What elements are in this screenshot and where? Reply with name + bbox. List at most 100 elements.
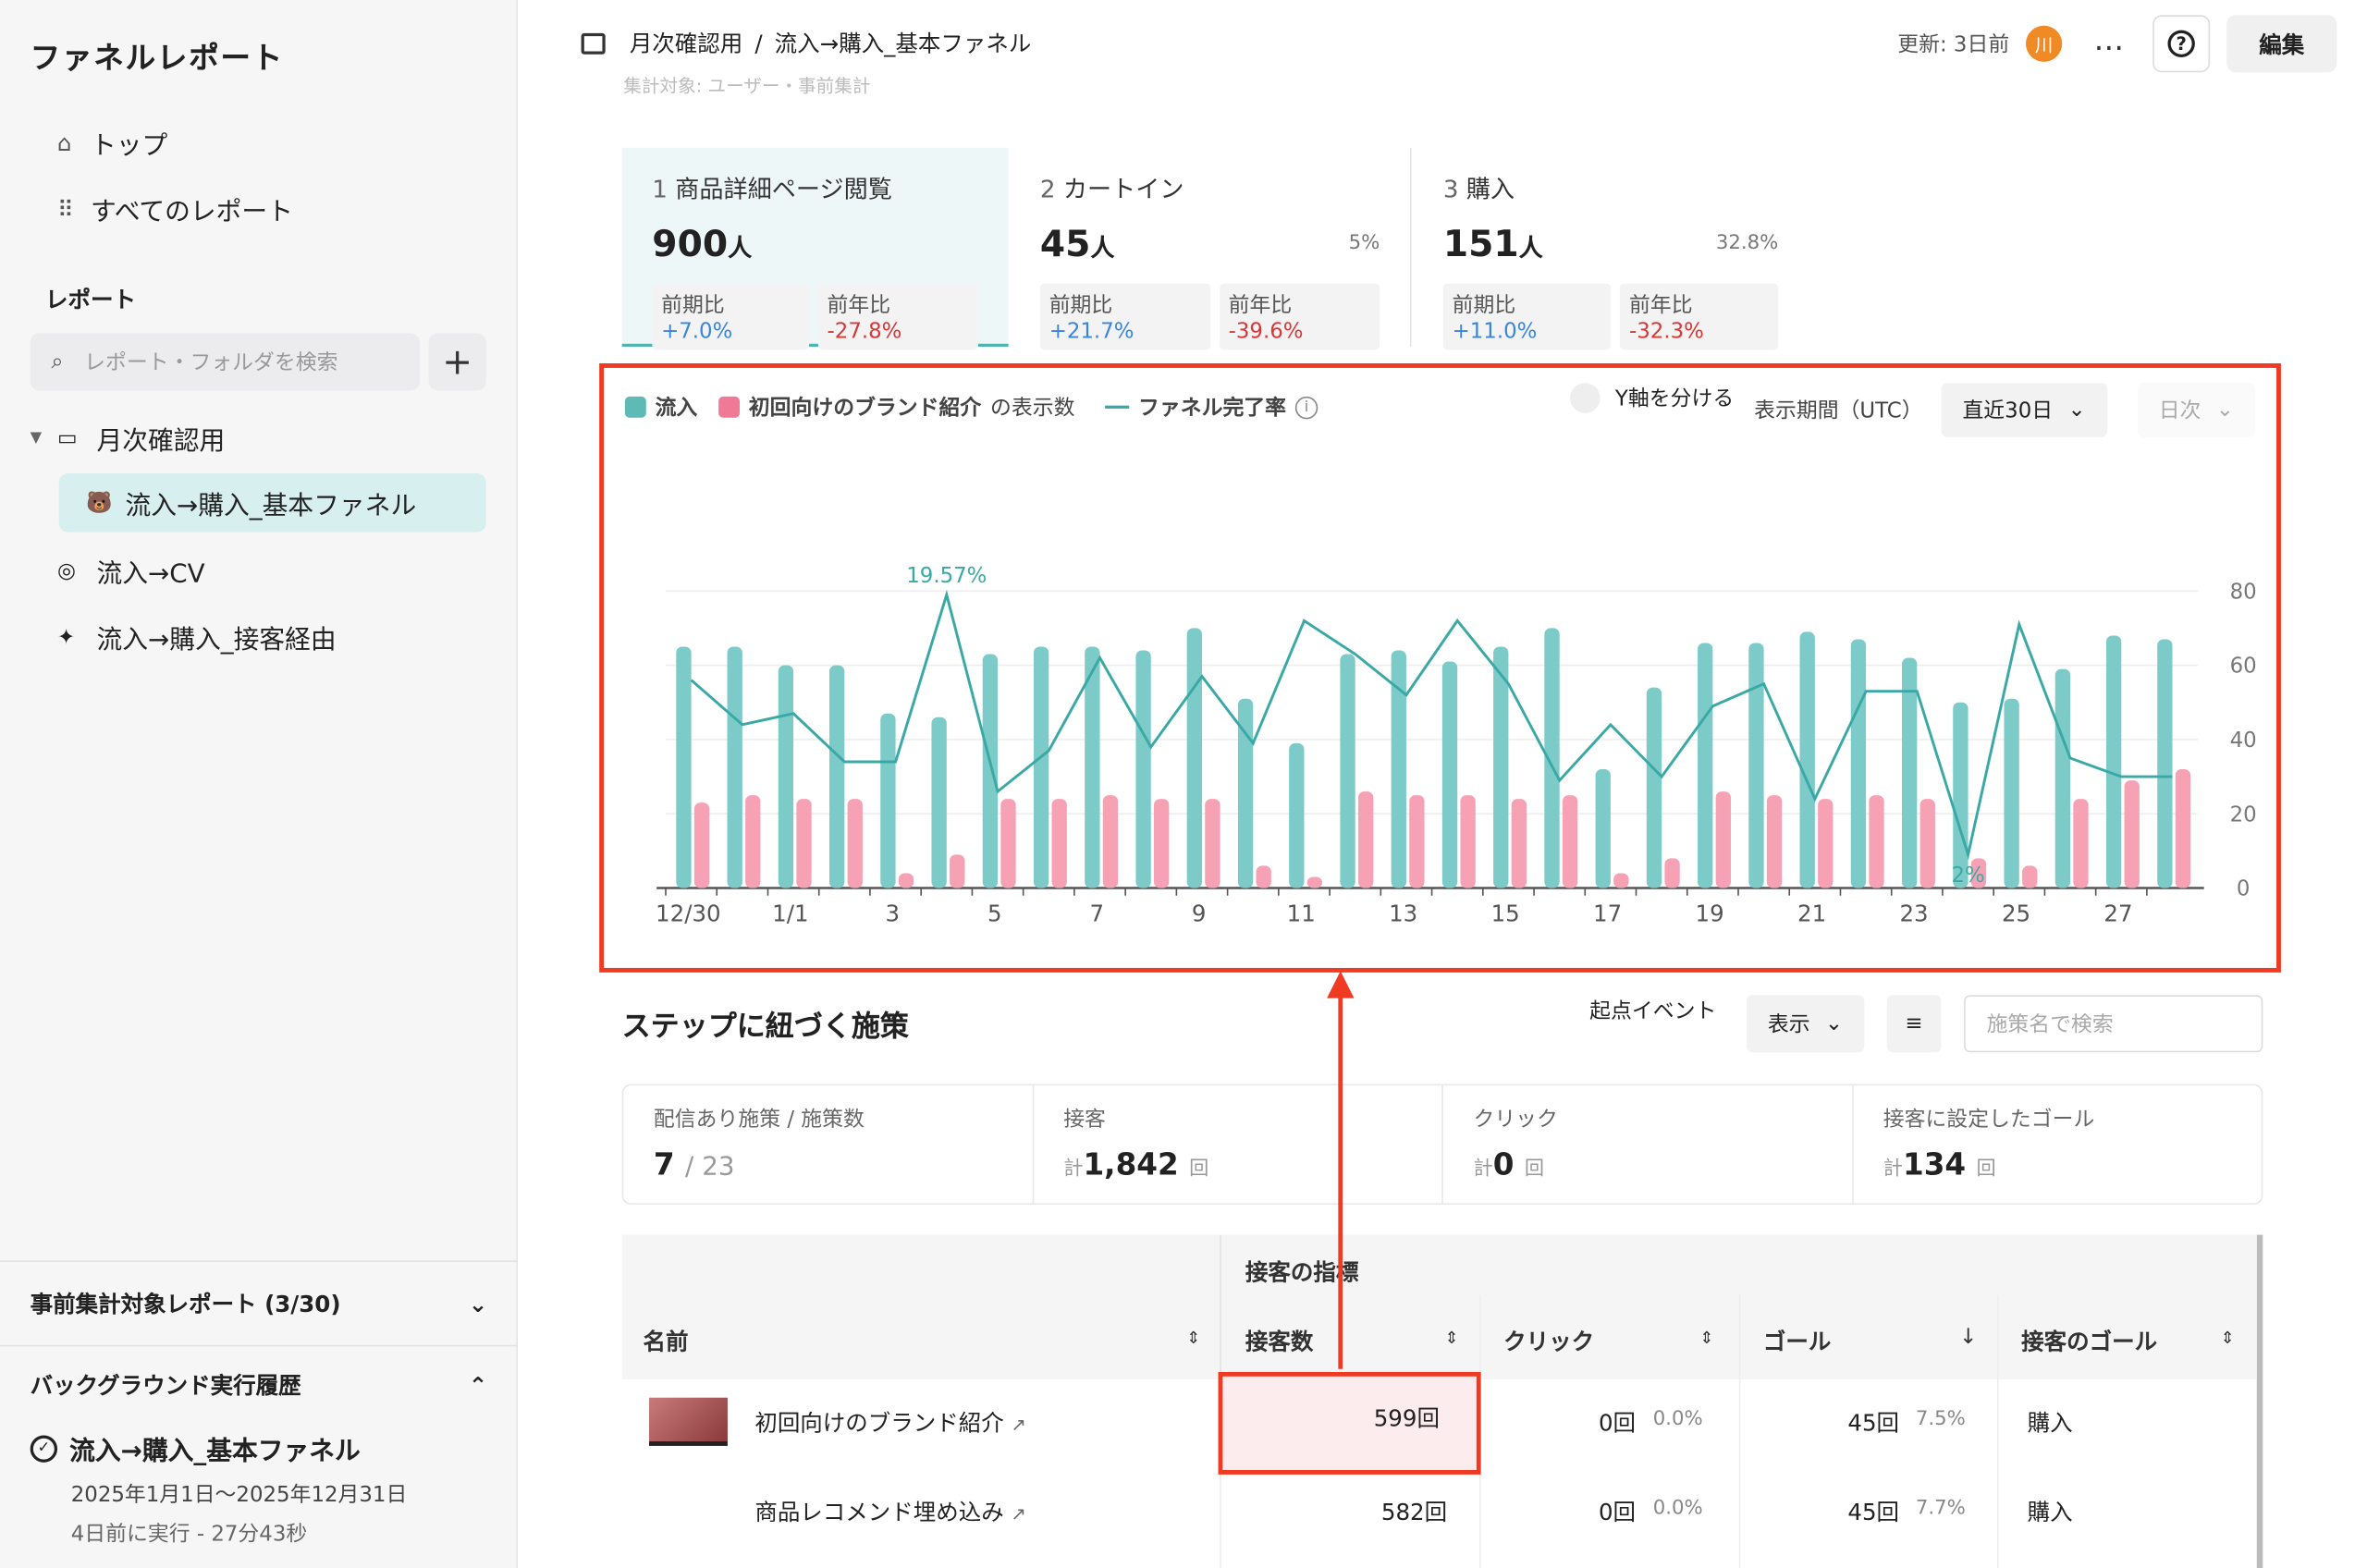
serve-goal-name: 購入 bbox=[2027, 1498, 2073, 1526]
table-row[interactable]: 商品レコメンド埋め込み ↗ 582回 0回 0.0% 45回 7.7% 購入 bbox=[622, 1468, 2257, 1556]
show-value: 表示 bbox=[1767, 1012, 1810, 1037]
sort-icon[interactable]: ⇕ bbox=[1186, 1329, 1200, 1348]
bar-brand bbox=[1664, 858, 1680, 888]
search-icon: ⌕ bbox=[51, 349, 64, 374]
edit-button[interactable]: 編集 bbox=[2226, 15, 2337, 73]
bar-brand bbox=[745, 795, 761, 888]
filter-icon: ≡ bbox=[1905, 1011, 1923, 1036]
show-select[interactable]: 表示 ⌄ bbox=[1746, 995, 1864, 1053]
step-name: 商品詳細ページ閲覧 bbox=[675, 175, 892, 204]
step-card-2[interactable]: 2 カートイン 45人 5% 前期比 +21.7% 前年比 -39.6% bbox=[1010, 147, 1412, 350]
sidebar-item-via-tactics[interactable]: ✦ 流入→購入_接客経由 bbox=[57, 619, 337, 656]
x-tick-label: 13 bbox=[1389, 900, 1417, 926]
tactic-name-link[interactable]: 商品レコメンド埋め込み ↗ bbox=[754, 1496, 1026, 1527]
sort-icon[interactable]: ⇕ bbox=[1699, 1329, 1713, 1348]
bar-brand bbox=[1613, 873, 1629, 888]
x-tick-label: 11 bbox=[1287, 900, 1316, 926]
sort-icon[interactable]: ⇕ bbox=[2221, 1329, 2235, 1348]
step-num: 3 bbox=[1442, 175, 1459, 204]
stat-prefix: 計 bbox=[1473, 1158, 1493, 1181]
goal-count: 45回 bbox=[1847, 1498, 1900, 1526]
app-title: ファネルレポート bbox=[30, 39, 284, 76]
stat-suffix: / 23 bbox=[685, 1151, 735, 1182]
x-tick-label: 25 bbox=[2002, 900, 2030, 926]
stat-goals: 接客に設定したゴール 計134 回 bbox=[1853, 1085, 2262, 1203]
report-search-input[interactable]: ⌕ レポート・フォルダを検索 bbox=[30, 333, 420, 391]
x-tick-label: 7 bbox=[1089, 900, 1104, 926]
add-button[interactable]: + bbox=[428, 333, 486, 391]
combo-chart: 0 20 40 60 80 12/30 1/1 3 5 7 9 11 13 15 17 19 21 23 25 27 1… bbox=[656, 564, 2257, 926]
nav-all-reports[interactable]: ⠿ すべてのレポート bbox=[57, 190, 293, 227]
breadcrumb-folder[interactable]: 月次確認用 bbox=[630, 27, 742, 58]
tactic-name-link[interactable]: 初回向けのブランド紹介 ↗ bbox=[754, 1407, 1026, 1439]
bar-inflow bbox=[1953, 702, 1968, 888]
precalc-section-toggle[interactable]: 事前集計対象レポート (3/30) ⌄ bbox=[0, 1260, 518, 1344]
mom-badge: 前期比 +11.0% bbox=[1442, 283, 1612, 350]
col-serves[interactable]: 接客数 bbox=[1245, 1325, 1313, 1356]
bar-brand bbox=[950, 854, 965, 888]
history-range: 2025年1月1日〜2025年12月31日 bbox=[70, 1483, 408, 1508]
filter-button[interactable]: ≡ bbox=[1886, 995, 1942, 1053]
col-serve-goal[interactable]: 接客のゴール bbox=[2021, 1325, 2157, 1356]
precalc-label: 事前集計対象レポート (3/30) bbox=[30, 1290, 341, 1318]
external-link-icon: ↗ bbox=[1011, 1414, 1026, 1436]
sidebar-item-label: 流入→購入_接客経由 bbox=[96, 625, 337, 656]
sidebar-item-label: 流入→購入_基本ファネル bbox=[125, 491, 417, 522]
bar-brand bbox=[1511, 799, 1527, 888]
y-tick-label: 20 bbox=[2230, 802, 2257, 827]
nav-top[interactable]: ⌂ トップ bbox=[57, 124, 167, 161]
bar-brand bbox=[2175, 769, 2191, 888]
stat-value: 0 bbox=[1492, 1145, 1515, 1182]
sort-desc-icon[interactable]: ↓ bbox=[1959, 1325, 1977, 1349]
tactic-search-input[interactable]: 施策名で検索 bbox=[1964, 995, 2263, 1053]
history-entry[interactable]: ✓ 流入→購入_基本ファネル 2025年1月1日〜2025年12月31日 4日前に… bbox=[30, 1429, 408, 1549]
more-icon[interactable]: … bbox=[2093, 21, 2124, 57]
x-tick-label: 21 bbox=[1797, 900, 1826, 926]
help-icon: ? bbox=[2167, 30, 2195, 57]
y-tick-label: 0 bbox=[2237, 877, 2250, 901]
y-tick-label: 80 bbox=[2230, 580, 2257, 604]
x-tick-label: 9 bbox=[1192, 900, 1207, 926]
col-goal[interactable]: ゴール bbox=[1763, 1325, 1831, 1356]
step-value: 151 bbox=[1442, 223, 1519, 266]
step-card-3[interactable]: 3 購入 151人 32.8% 前期比 +11.0% 前年比 -32.3% bbox=[1413, 148, 1809, 350]
bar-brand bbox=[796, 799, 812, 888]
bar-brand bbox=[1154, 799, 1170, 888]
bar-inflow bbox=[1135, 650, 1151, 888]
bar-brand bbox=[1256, 865, 1271, 888]
mom-badge: 前期比 +21.7% bbox=[1039, 283, 1211, 350]
group-header: 接客の指標 bbox=[1245, 1258, 1359, 1287]
stat-label: 接客に設定したゴール bbox=[1883, 1108, 2095, 1133]
chart-panel: 流入 初回向けのブランド紹介 の表示数 ファネル完了率 i Y軸を分ける 表示期… bbox=[599, 363, 2281, 973]
col-name[interactable]: 名前 bbox=[644, 1325, 689, 1356]
yoy-badge: 前年比 -39.6% bbox=[1219, 283, 1380, 350]
x-tick-label: 3 bbox=[886, 900, 901, 926]
sidebar-toggle-icon[interactable] bbox=[581, 32, 606, 54]
step-card-1[interactable]: 1 商品詳細ページ閲覧 900人 前期比 +7.0% 前年比 -27.8% bbox=[621, 147, 1009, 350]
bar-brand bbox=[2073, 799, 2089, 888]
annotation-min: 2% bbox=[1951, 864, 1984, 888]
bar-brand bbox=[2022, 865, 2038, 888]
bg-history-toggle[interactable]: バックグラウンド実行履歴 ⌃ bbox=[0, 1344, 518, 1424]
bar-brand bbox=[1818, 799, 1834, 888]
sidebar-item-cv[interactable]: ◎ 流入→CV bbox=[57, 552, 205, 589]
folder-monthly[interactable]: ▼ ▭ 月次確認用 bbox=[31, 419, 226, 457]
sidebar-item-basic-funnel[interactable]: 🐻 流入→購入_基本ファネル bbox=[58, 473, 486, 533]
bar-inflow bbox=[2004, 698, 2019, 888]
bar-brand bbox=[1357, 791, 1374, 888]
avatar[interactable]: 川 bbox=[2026, 25, 2063, 62]
col-clicks[interactable]: クリック bbox=[1503, 1325, 1594, 1356]
step-num: 2 bbox=[1039, 175, 1056, 204]
bar-brand bbox=[1766, 795, 1783, 888]
bar-inflow bbox=[1698, 643, 1713, 888]
line-completion-rate bbox=[690, 589, 2173, 861]
help-button[interactable]: ? bbox=[2152, 15, 2211, 73]
stat-label: 配信あり施策 / 施策数 bbox=[653, 1108, 865, 1133]
sort-icon[interactable]: ⇕ bbox=[1444, 1329, 1458, 1348]
bar-brand bbox=[2124, 780, 2140, 888]
bar-brand bbox=[1919, 799, 1935, 888]
bar-inflow bbox=[778, 665, 794, 888]
stat-delivered: 配信あり施策 / 施策数 7 / 23 bbox=[623, 1085, 1034, 1204]
stat-label: 接客 bbox=[1063, 1108, 1106, 1133]
breadcrumb-sep: / bbox=[754, 29, 763, 57]
